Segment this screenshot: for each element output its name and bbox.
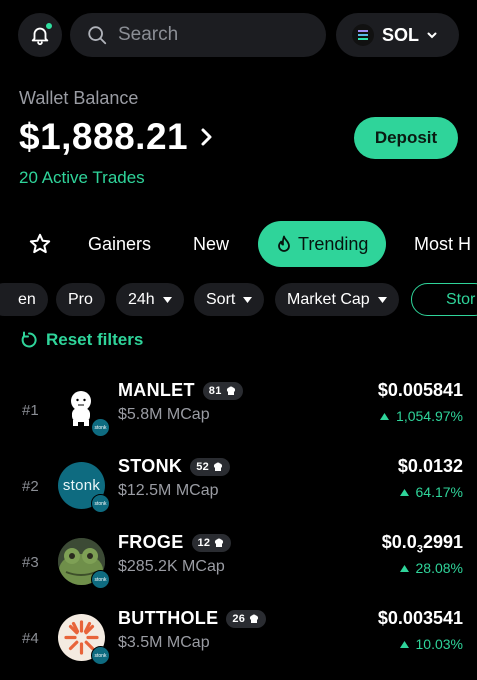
token-row[interactable]: #4 stonk BUTTHOLE 26 $3.5M MCap $0.00354… — [0, 608, 477, 678]
sort-label: Sort — [206, 290, 236, 308]
platform-badge: stonk — [91, 494, 110, 513]
token-rank: #4 — [22, 630, 39, 647]
platform-badge: stonk — [91, 646, 110, 665]
price-change-value: 10.03% — [415, 636, 463, 652]
timeframe-dropdown[interactable]: 24h — [116, 283, 184, 316]
price-change: 28.08% — [399, 560, 463, 576]
wallet-balance-label: Wallet Balance — [19, 88, 139, 108]
token-name: MANLET — [118, 380, 195, 400]
market-cap-dropdown[interactable]: Market Cap — [275, 283, 399, 316]
token-rank: #1 — [22, 402, 39, 419]
price-change-value: 1,054.97% — [396, 408, 463, 424]
filter-chip-outline[interactable]: Stor — [411, 283, 477, 316]
holders-badge: 52 — [190, 457, 231, 476]
token-name-row: MANLET 81 — [118, 380, 243, 401]
tab-most[interactable]: Most H — [414, 221, 471, 267]
token-name: BUTTHOLE — [118, 608, 219, 628]
filter-chip-pro[interactable]: Pro — [56, 283, 105, 316]
flame-icon — [278, 235, 290, 252]
tab-gainers[interactable]: Gainers — [88, 221, 151, 267]
chef-hat-icon — [215, 538, 224, 547]
token-row[interactable]: #2 stonk stonk STONK 52 $12.5M MCap $0.0… — [0, 456, 477, 526]
price-change: 10.03% — [399, 636, 463, 652]
reset-filters-label: Reset filters — [46, 330, 144, 349]
holders-count: 12 — [197, 536, 211, 549]
filter-chip-partial[interactable]: en — [0, 283, 48, 316]
solana-icon — [352, 24, 374, 46]
platform-badge: stonk — [91, 570, 110, 589]
holders-count: 52 — [196, 460, 210, 473]
token-name: STONK — [118, 456, 183, 476]
token-mcap: $12.5M MCap — [118, 482, 219, 499]
token-name-row: BUTTHOLE 26 — [118, 608, 267, 629]
token-price: $0.032991 — [382, 532, 463, 556]
chef-hat-icon — [226, 386, 235, 395]
platform-badge: stonk — [91, 418, 110, 437]
tab-trending[interactable]: Trending — [258, 221, 387, 267]
reset-filters-button[interactable]: Reset filters — [20, 330, 143, 350]
deposit-button[interactable]: Deposit — [354, 117, 458, 159]
price-change-value: 64.17% — [415, 484, 463, 500]
token-name-row: STONK 52 — [118, 456, 231, 477]
search-input[interactable]: Search — [70, 13, 326, 57]
token-mcap: $3.5M MCap — [118, 634, 210, 651]
price-change: 64.17% — [399, 484, 463, 500]
holders-badge: 12 — [191, 533, 232, 552]
token-price-main: $0.0 — [381, 532, 417, 552]
wallet-balance-amount: $1,888.21 — [19, 116, 189, 157]
triangle-up-icon — [399, 488, 409, 496]
reset-icon — [21, 331, 37, 348]
chain-label: SOL — [382, 24, 420, 45]
filter-bar: en Pro 24h Sort Market Cap Stor — [0, 283, 477, 317]
price-change: 1,054.97% — [380, 408, 463, 424]
tab-trending-label: Trending — [298, 233, 369, 254]
caret-down-icon — [377, 296, 387, 303]
top-bar: Search SOL — [18, 13, 459, 57]
chain-selector[interactable]: SOL — [336, 13, 459, 57]
token-price: $0.0132 — [397, 456, 463, 476]
holders-count: 81 — [208, 384, 222, 397]
notification-dot — [45, 22, 53, 30]
triangle-up-icon — [380, 412, 390, 420]
token-price: $0.003541 — [377, 608, 463, 628]
chevron-right-icon — [201, 128, 212, 146]
timeframe-label: 24h — [128, 290, 155, 308]
wallet-balance[interactable]: $1,888.21 — [19, 116, 214, 158]
search-icon — [88, 26, 107, 45]
token-price-rest: 2991 — [422, 532, 463, 552]
tab-new[interactable]: New — [193, 221, 229, 267]
holders-badge: 26 — [226, 609, 267, 628]
star-icon[interactable] — [28, 232, 52, 256]
token-price: $0.005841 — [377, 380, 463, 400]
category-tabs: Gainers New Trending Most H — [0, 221, 477, 267]
chevron-down-icon — [427, 32, 437, 39]
caret-down-icon — [243, 296, 253, 303]
token-rank: #3 — [22, 554, 39, 571]
token-row[interactable]: #1 stonk MANLET 81 $5.8M MCap $0.005841 … — [0, 380, 477, 450]
market-cap-label: Market Cap — [287, 290, 370, 308]
avatar-text: stonk — [62, 477, 101, 494]
notifications-button[interactable] — [18, 13, 62, 57]
triangle-up-icon — [399, 640, 409, 648]
holders-badge: 81 — [202, 381, 243, 400]
token-name: FROGE — [118, 532, 184, 552]
token-mcap: $5.8M MCap — [118, 406, 210, 423]
token-mcap: $285.2K MCap — [118, 558, 225, 575]
token-row[interactable]: #3 stonk FROGE 12 $285.2K MCap $0.032991… — [0, 532, 477, 602]
active-trades-link[interactable]: 20 Active Trades — [19, 168, 145, 188]
chef-hat-icon — [250, 614, 259, 623]
caret-down-icon — [162, 296, 172, 303]
chef-hat-icon — [213, 462, 223, 471]
token-name-row: FROGE 12 — [118, 532, 232, 553]
holders-count: 26 — [232, 612, 246, 625]
token-rank: #2 — [22, 478, 39, 495]
search-placeholder: Search — [118, 24, 179, 45]
sort-dropdown[interactable]: Sort — [194, 283, 265, 316]
triangle-up-icon — [399, 564, 409, 572]
price-change-value: 28.08% — [415, 560, 463, 576]
